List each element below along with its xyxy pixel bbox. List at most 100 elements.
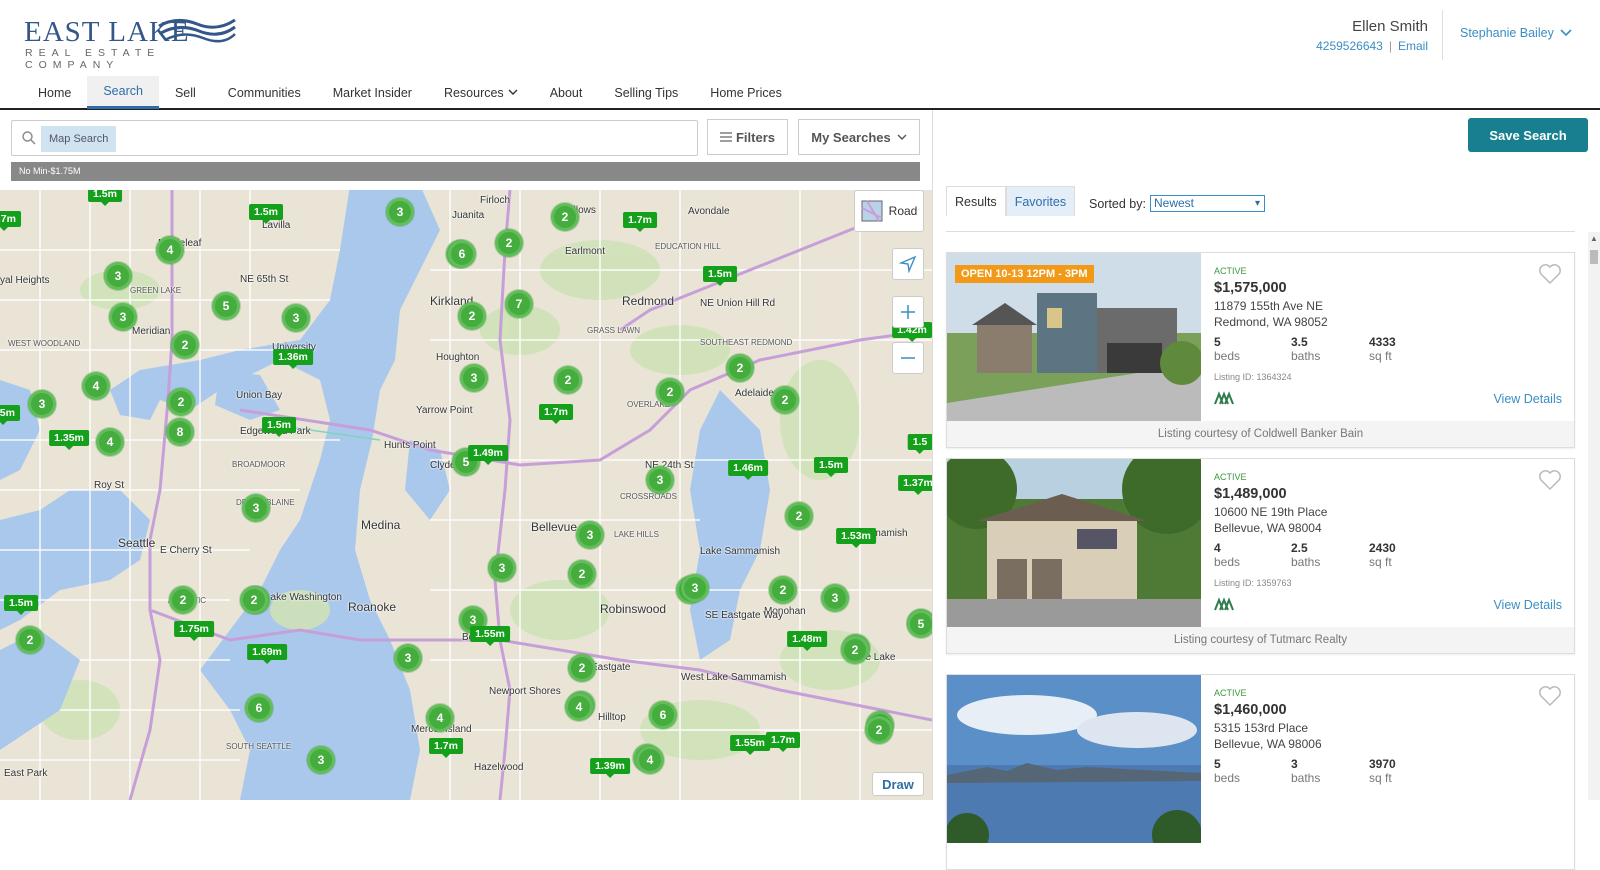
map-cluster-marker[interactable]: 7 (505, 290, 533, 318)
my-searches-button[interactable]: My Searches (798, 119, 920, 155)
save-search-button[interactable]: Save Search (1468, 118, 1588, 152)
map-price-pin[interactable]: 1.5m (88, 190, 122, 206)
map-cluster-marker[interactable]: 2 (169, 586, 197, 614)
map-price-pin[interactable]: 1.7m (429, 738, 463, 758)
scroll-up-arrow-icon[interactable]: ▲ (1590, 234, 1598, 243)
favorite-heart-icon[interactable] (1538, 685, 1562, 707)
map-cluster-marker[interactable]: 2 (171, 331, 199, 359)
map-cluster-marker[interactable]: 4 (156, 236, 184, 264)
map-price-pin[interactable]: 1.46m (728, 460, 768, 480)
map-cluster-marker[interactable]: 3 (646, 466, 674, 494)
map-price-pin[interactable]: 1.5m (814, 457, 848, 477)
listing-card[interactable]: ACTIVE $1,460,000 5315 153rd Place Belle… (946, 674, 1575, 870)
sort-select[interactable]: Newest (1149, 195, 1265, 212)
nav-home-prices[interactable]: Home Prices (694, 76, 798, 109)
map-type-toggle[interactable]: Road (854, 190, 924, 232)
listing-photo[interactable] (947, 675, 1201, 843)
map-price-pin[interactable]: 1.39m (590, 758, 630, 778)
listing-photo[interactable]: OPEN 10-13 12PM - 3PM (947, 253, 1201, 421)
map-price-pin[interactable]: 1.5 (907, 434, 932, 454)
map-cluster-marker[interactable]: 3 (488, 554, 516, 582)
map-cluster-marker[interactable]: 2 (240, 586, 268, 614)
locate-me-button[interactable] (892, 248, 924, 280)
nav-home[interactable]: Home (22, 76, 87, 109)
map-cluster-marker[interactable]: 2 (656, 378, 684, 406)
map-price-pin[interactable]: 1.7m (539, 404, 573, 424)
map-cluster-marker[interactable]: 8 (166, 418, 194, 446)
map-cluster-marker[interactable]: 4 (96, 428, 124, 456)
property-map[interactable]: FirlochJuanitaLavillaWillowsAvondaleMapl… (0, 190, 932, 800)
map-cluster-marker[interactable]: 3 (282, 304, 310, 332)
map-cluster-marker[interactable]: 6 (245, 694, 273, 722)
filters-button[interactable]: Filters (707, 119, 788, 155)
map-price-pin[interactable]: 1.5m (262, 417, 296, 437)
search-chip[interactable]: Map Search (41, 126, 117, 152)
map-cluster-marker[interactable]: 2 (568, 560, 596, 588)
map-cluster-marker[interactable]: 2 (16, 626, 44, 654)
map-price-pin[interactable]: 1.49m (468, 445, 508, 465)
map-cluster-marker[interactable]: 5 (212, 292, 240, 320)
map-price-pin[interactable]: 1.5m (0, 405, 20, 425)
map-price-pin[interactable]: 1.35m (49, 430, 89, 450)
map-cluster-marker[interactable]: 2 (841, 636, 869, 664)
listing-card[interactable]: ACTIVE $1,489,000 10600 NE 19th Place Be… (946, 458, 1575, 654)
map-cluster-marker[interactable]: 3 (307, 746, 335, 774)
map-price-pin[interactable]: 1.75m (174, 621, 214, 641)
nav-communities[interactable]: Communities (212, 76, 317, 109)
listing-photo[interactable] (947, 459, 1201, 627)
agent-phone-link[interactable]: 4259526643 (1316, 39, 1383, 53)
map-cluster-marker[interactable]: 4 (426, 704, 454, 732)
map-cluster-marker[interactable]: 3 (104, 262, 132, 290)
nav-about[interactable]: About (534, 76, 599, 109)
map-cluster-marker[interactable]: 2 (554, 366, 582, 394)
nav-selling-tips[interactable]: Selling Tips (598, 76, 694, 109)
map-cluster-marker[interactable]: 2 (785, 502, 813, 530)
map-price-pin[interactable]: 1.69m (247, 644, 287, 664)
map-price-pin[interactable]: 1.53m (836, 528, 876, 548)
zoom-in-button[interactable] (892, 296, 924, 328)
nav-sell[interactable]: Sell (159, 76, 212, 109)
map-cluster-marker[interactable]: 3 (386, 198, 414, 226)
map-cluster-marker[interactable]: 3 (109, 303, 137, 331)
map-cluster-marker[interactable]: 3 (394, 644, 422, 672)
map-price-pin[interactable]: 1.5m (4, 595, 38, 615)
map-price-pin[interactable]: 1.55m (470, 626, 510, 646)
scrollbar-thumb[interactable] (1590, 250, 1598, 264)
map-cluster-marker[interactable]: 3 (821, 584, 849, 612)
map-price-pin[interactable]: 1.7m (623, 212, 657, 232)
map-cluster-marker[interactable]: 2 (726, 354, 754, 382)
agent-email-link[interactable]: Email (1398, 39, 1428, 53)
listing-card[interactable]: OPEN 10-13 12PM - 3PM ACTIVE $1,575,000 … (946, 252, 1575, 448)
tab-favorites[interactable]: Favorites (1005, 186, 1076, 216)
map-price-pin[interactable]: 1.48m (787, 631, 827, 651)
map-cluster-marker[interactable]: 2 (458, 302, 486, 330)
map-cluster-marker[interactable]: 6 (448, 240, 476, 268)
view-details-link[interactable]: View Details (1493, 598, 1562, 612)
nav-resources[interactable]: Resources (428, 76, 534, 109)
map-cluster-marker[interactable]: 2 (568, 654, 596, 682)
user-menu[interactable]: Stephanie Bailey (1460, 26, 1572, 40)
map-cluster-marker[interactable]: 3 (576, 521, 604, 549)
zoom-out-button[interactable] (892, 342, 924, 374)
results-scrollbar[interactable]: ▲ (1588, 232, 1600, 800)
map-cluster-marker[interactable]: 2 (167, 388, 195, 416)
map-price-pin[interactable]: 1.37m (898, 475, 932, 495)
map-cluster-marker[interactable]: 4 (82, 372, 110, 400)
map-price-pin[interactable]: 1.7m (0, 211, 21, 231)
company-logo[interactable]: EAST LAKE REAL ESTATE COMPANY (24, 16, 236, 71)
map-cluster-marker[interactable]: 2 (771, 386, 799, 414)
map-price-pin[interactable]: 1.5m (703, 266, 737, 286)
map-price-pin[interactable]: 1.5m (249, 204, 283, 224)
favorite-heart-icon[interactable] (1538, 263, 1562, 285)
favorite-heart-icon[interactable] (1538, 469, 1562, 491)
map-cluster-marker[interactable]: 6 (649, 701, 677, 729)
draw-button[interactable]: Draw (872, 772, 924, 796)
map-cluster-marker[interactable]: 3 (681, 574, 709, 602)
view-details-link[interactable]: View Details (1493, 392, 1562, 406)
map-cluster-marker[interactable]: 2 (495, 229, 523, 257)
map-cluster-marker[interactable]: 2 (865, 716, 893, 744)
map-cluster-marker[interactable]: 2 (551, 203, 579, 231)
map-cluster-marker[interactable]: 4 (636, 746, 664, 774)
search-input[interactable]: Map Search (11, 120, 698, 156)
price-range-bar[interactable]: No Min-$1.75M (11, 162, 920, 181)
